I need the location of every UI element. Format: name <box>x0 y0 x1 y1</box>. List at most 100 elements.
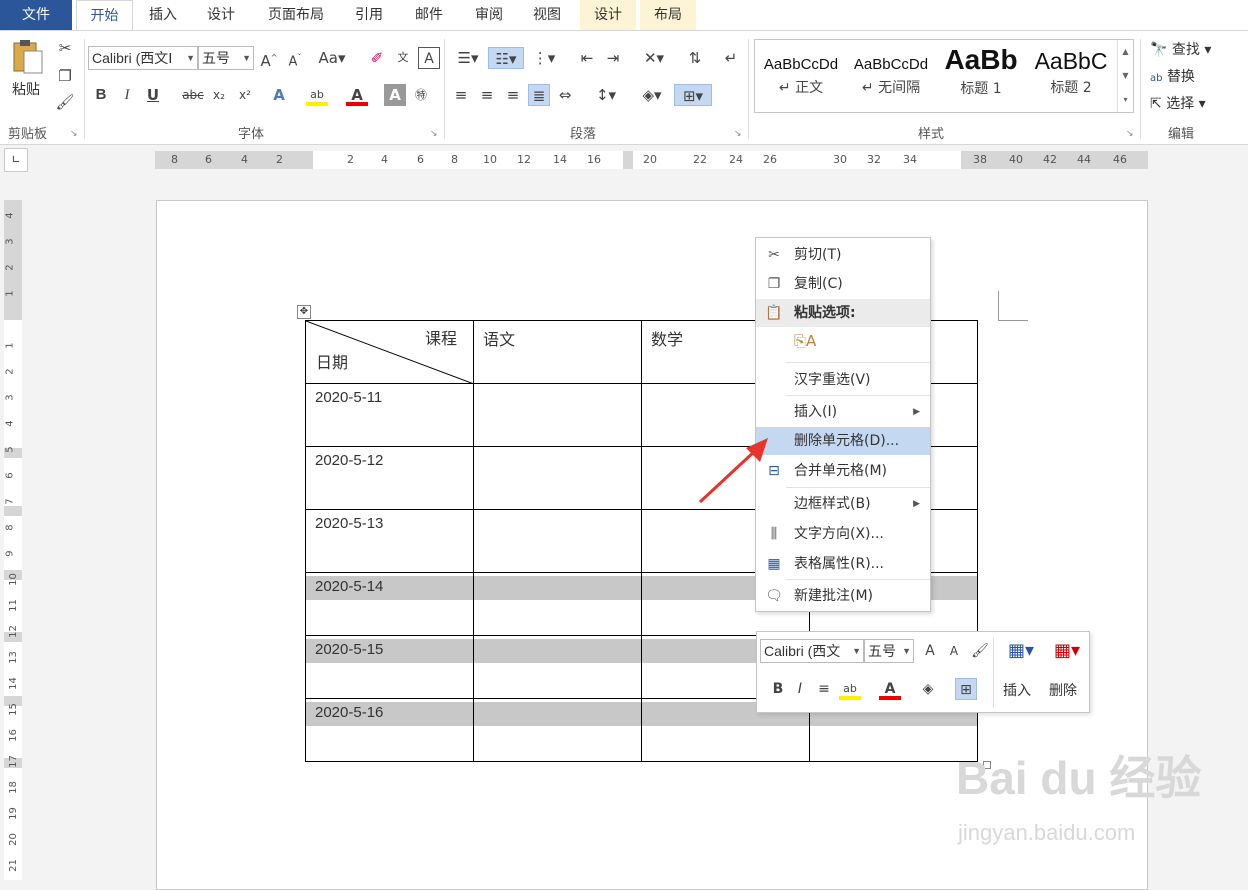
menu-item-insert[interactable]: 插入(I) ▶ <box>756 398 930 426</box>
text-effects-icon[interactable]: A <box>268 84 290 106</box>
find-button[interactable]: 🔭 查找 ▾ <box>1150 39 1211 59</box>
tab-mailings[interactable]: 邮件 <box>404 0 454 30</box>
table-move-handle-icon[interactable]: ✥ <box>297 305 311 319</box>
format-painter-icon[interactable]: 🖌 <box>54 91 76 113</box>
font-color-icon[interactable]: A <box>879 678 901 700</box>
table-cell[interactable] <box>473 383 642 447</box>
show-marks-icon[interactable]: ↵ <box>720 47 742 69</box>
align-left-icon[interactable]: ≡ <box>450 84 472 106</box>
table-cell[interactable]: 2020-5-15 <box>305 635 474 699</box>
menu-item-delete-cells[interactable]: 删除单元格(D)... <box>756 427 930 455</box>
insert-table-icon[interactable]: ▦▾ <box>1003 640 1039 662</box>
tab-table-design[interactable]: 设计 <box>580 0 636 30</box>
increase-indent-icon[interactable]: ⇥ <box>602 47 624 69</box>
italic-icon[interactable]: I <box>116 84 138 106</box>
enclose-characters-icon[interactable]: ㊕ <box>410 84 432 106</box>
horizontal-ruler[interactable]: 8 6 4 2 2 4 6 8 10 12 14 16 20 22 24 26 … <box>155 151 1148 169</box>
mini-font-combo[interactable]: Calibri (西文 ▼ <box>760 639 864 663</box>
mini-delete-button[interactable]: 删除 <box>1049 680 1077 700</box>
diagonal-header-cell[interactable]: 课程 日期 <box>305 320 474 384</box>
menu-item-table-properties[interactable]: ▦ 表格属性(R)... <box>756 550 930 578</box>
highlight-color-icon[interactable]: ab <box>839 678 861 700</box>
table-cell[interactable] <box>473 635 642 699</box>
table-cell[interactable] <box>473 509 642 573</box>
phonetic-guide-icon[interactable]: 文 <box>392 47 414 69</box>
center-icon[interactable]: ≡ <box>813 678 835 700</box>
align-center-icon[interactable]: ≡ <box>476 84 498 106</box>
italic-icon[interactable]: I <box>789 678 811 700</box>
dialog-launcher-icon[interactable]: ↘ <box>70 129 78 139</box>
menu-item-new-comment[interactable]: 🗨 新建批注(M) <box>756 582 930 610</box>
font-size-combo[interactable]: 五号 ▼ <box>198 46 254 70</box>
borders-icon[interactable]: ⊞ <box>955 678 977 700</box>
tab-selector-icon[interactable]: ∟ <box>4 148 28 172</box>
highlight-color-icon[interactable]: ab <box>306 84 328 106</box>
font-color-icon[interactable]: A <box>346 84 368 106</box>
table-cell[interactable] <box>473 446 642 510</box>
paste-keep-text-only-icon[interactable]: ⎘A <box>794 332 818 356</box>
style-normal[interactable]: AaBbCcDd ↵ 正文 <box>757 40 845 112</box>
delete-table-icon[interactable]: ▦▾ <box>1049 640 1085 662</box>
table-cell[interactable]: 语文 <box>473 320 642 384</box>
table-cell[interactable]: 2020-5-12 <box>305 446 474 510</box>
borders-icon[interactable]: ⊞▾ <box>674 84 712 106</box>
table-cell[interactable] <box>473 698 642 762</box>
vertical-ruler[interactable]: 4 3 2 1 1 2 3 4 5 6 7 8 9 10 11 12 13 14 15 16 17 18 19 20 21 <box>4 200 22 880</box>
sort-icon[interactable]: ⇅ <box>684 47 706 69</box>
tab-references[interactable]: 引用 <box>344 0 394 30</box>
chinese-layout-icon[interactable]: ✕▾ <box>638 47 670 69</box>
tab-insert[interactable]: 插入 <box>138 0 188 30</box>
change-case-icon[interactable]: Aa▾ <box>316 47 348 69</box>
select-button[interactable]: ⇱ 选择 ▾ <box>1150 93 1206 113</box>
grow-font-icon[interactable]: A <box>919 640 941 662</box>
justify-icon[interactable]: ≣ <box>528 84 550 106</box>
bullets-icon[interactable]: ☰▾ <box>452 47 484 69</box>
character-border-icon[interactable]: A <box>418 47 440 69</box>
tab-file[interactable]: 文件 <box>0 0 72 30</box>
table-cell[interactable] <box>473 572 642 636</box>
replace-button[interactable]: ab 替换 <box>1150 66 1195 86</box>
tab-home[interactable]: 开始 <box>76 0 133 30</box>
table-cell[interactable]: 2020-5-16 <box>305 698 474 762</box>
style-heading-2[interactable]: AaBbC 标题 2 <box>1027 40 1115 112</box>
mini-size-combo[interactable]: 五号 ▼ <box>864 639 914 663</box>
gallery-more-icon[interactable]: ▾ <box>1118 88 1133 112</box>
menu-item-reconvert[interactable]: 汉字重选(V) <box>756 366 930 394</box>
clear-formatting-icon[interactable]: ✐ <box>366 47 388 69</box>
copy-icon[interactable]: ❐ <box>54 65 76 87</box>
style-no-spacing[interactable]: AaBbCcDd ↵ 无间隔 <box>847 40 935 112</box>
table-cell[interactable]: 2020-5-14 <box>305 572 474 636</box>
line-spacing-icon[interactable]: ↕▾ <box>590 84 622 106</box>
superscript-icon[interactable]: x² <box>234 84 256 106</box>
bold-icon[interactable]: B <box>767 678 789 700</box>
align-right-icon[interactable]: ≡ <box>502 84 524 106</box>
table-cell[interactable]: 2020-5-11 <box>305 383 474 447</box>
tab-review[interactable]: 审阅 <box>464 0 514 30</box>
character-shading-icon[interactable]: A <box>384 84 406 106</box>
subscript-icon[interactable]: x₂ <box>208 84 230 106</box>
shading-icon[interactable]: ◈ <box>917 678 939 700</box>
format-painter-icon[interactable]: 🖌 <box>969 640 991 662</box>
tab-design[interactable]: 设计 <box>196 0 246 30</box>
table-cell[interactable]: 2020-5-13 <box>305 509 474 573</box>
shrink-font-icon[interactable]: Aˇ <box>284 47 306 69</box>
mini-insert-button[interactable]: 插入 <box>1003 680 1031 700</box>
shading-icon[interactable]: ◈▾ <box>636 84 668 106</box>
scroll-up-icon[interactable]: ▲ <box>1118 40 1133 64</box>
style-heading-1[interactable]: AaBb 标题 1 <box>937 40 1025 112</box>
distributed-icon[interactable]: ⇔ <box>554 84 576 106</box>
cut-icon[interactable]: ✂ <box>54 37 76 59</box>
menu-item-merge-cells[interactable]: ⊟ 合并单元格(M) <box>756 457 930 485</box>
menu-item-cut[interactable]: ✂ 剪切(T) <box>756 241 930 269</box>
menu-item-copy[interactable]: ❐ 复制(C) <box>756 270 930 298</box>
numbering-icon[interactable]: ☷▾ <box>488 47 524 69</box>
paste-button[interactable]: 粘贴 <box>12 79 40 99</box>
bold-icon[interactable]: B <box>90 84 112 106</box>
tab-table-layout[interactable]: 布局 <box>640 0 696 30</box>
decrease-indent-icon[interactable]: ⇤ <box>576 47 598 69</box>
tab-page-layout[interactable]: 页面布局 <box>258 0 334 30</box>
menu-item-text-direction[interactable]: ⫼ 文字方向(X)... <box>756 520 930 548</box>
multilevel-list-icon[interactable]: ⋮▾ <box>528 47 560 69</box>
menu-item-border-styles[interactable]: 边框样式(B) ▶ <box>756 490 930 518</box>
grow-font-icon[interactable]: A^ <box>258 47 280 70</box>
